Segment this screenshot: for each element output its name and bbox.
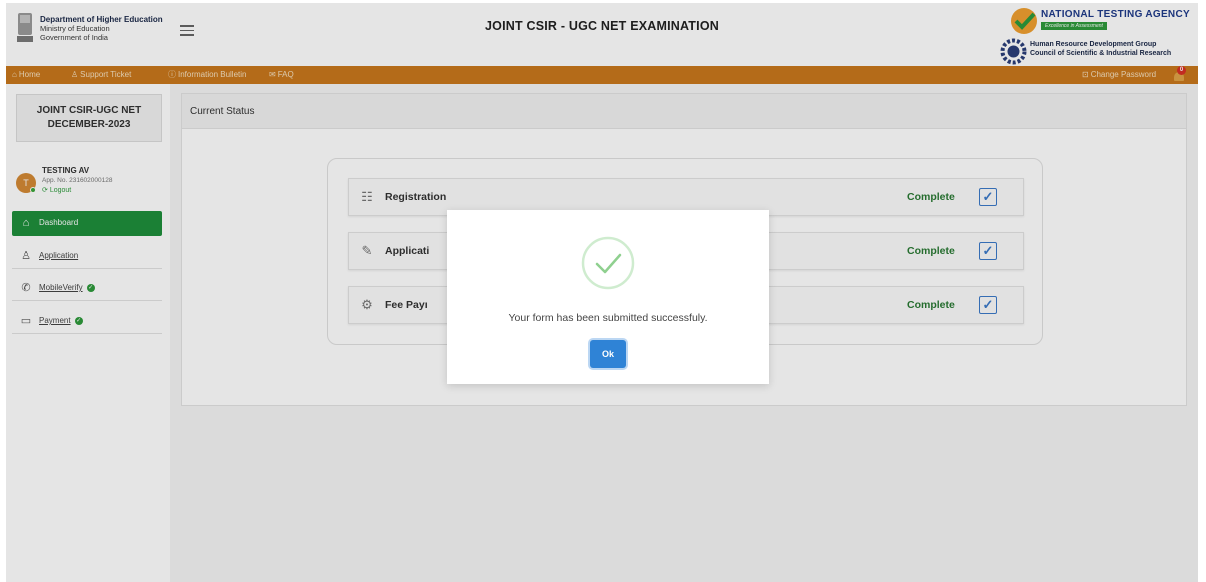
dialog-message: Your form has been submitted successfuly… <box>508 312 708 324</box>
success-check-icon <box>581 236 635 290</box>
success-dialog: Your form has been submitted successfuly… <box>447 210 769 384</box>
app-window: Department of Higher Education Ministry … <box>6 3 1198 582</box>
ok-button[interactable]: Ok <box>590 340 626 368</box>
